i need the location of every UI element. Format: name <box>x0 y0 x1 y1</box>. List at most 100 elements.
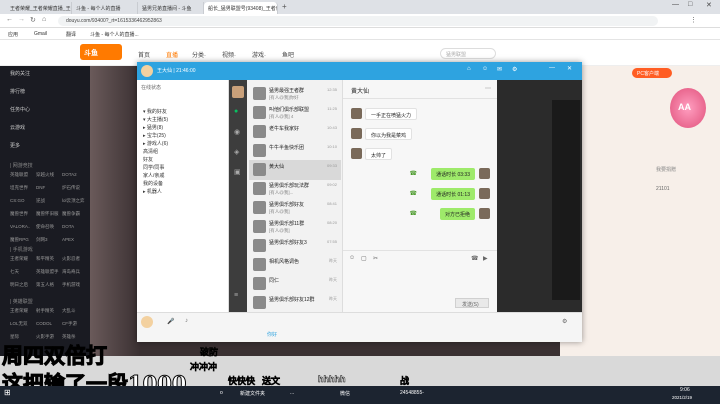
url-input[interactable]: douyu.com/93400?_rt=1615336462952863 <box>58 16 658 26</box>
sidebar-game-link[interactable]: DOTA <box>62 224 74 229</box>
friend-group[interactable]: ▸ 游戏人(6) <box>143 140 168 147</box>
friend-group[interactable]: ▸ 宝华(25) <box>143 132 166 139</box>
browser-tab[interactable]: 斗鱼 - 每个人的直播 <box>72 2 138 14</box>
video-icon[interactable]: ▶ <box>483 255 488 262</box>
sidebar-game-link[interactable]: 英雄联盟手 <box>36 269 59 275</box>
sidebar-game-link[interactable]: 和平精英 <box>36 256 54 262</box>
clock[interactable]: 9:06 <box>680 387 690 393</box>
sidebar-game-link[interactable]: 穿越火线 <box>36 172 54 178</box>
browser-tab-active[interactable]: 船长_猛男联盟号(93408)_王者荣 <box>204 2 278 14</box>
settings-icon[interactable]: ⚙ <box>512 66 517 73</box>
chat-list-item[interactable]: 牛牛半鱼快乐团 10:10 <box>249 141 341 161</box>
start-icon[interactable]: ⊞ <box>4 388 11 397</box>
sidebar-game-link[interactable]: 炉石传说 <box>62 185 80 191</box>
nav-live[interactable]: 直播 <box>166 50 178 59</box>
bookmark-douyu[interactable]: 斗鱼 - 每个人的直播... <box>90 31 139 38</box>
sidebar-item-cloud-game[interactable]: 云游戏 <box>10 124 25 131</box>
sidebar-game-link[interactable]: 王者荣耀 <box>10 256 28 262</box>
speaker-icon[interactable]: ♪ <box>185 318 188 324</box>
sidebar-game-link[interactable]: 魔兽RPG <box>10 237 29 243</box>
sidebar-game-link[interactable]: 手机游戏 <box>62 282 80 288</box>
qq-status[interactable]: 在线状态 <box>141 84 161 91</box>
chat-list-item[interactable]: 猛男俱乐部好友3 07:55 <box>249 236 341 256</box>
friend-group[interactable]: ▾ 大主播(5) <box>143 116 168 123</box>
sidebar-game-link[interactable]: APEX <box>62 237 74 242</box>
sidebar-game-link[interactable]: 海岛奇兵 <box>62 269 80 275</box>
donate-link[interactable]: 我要捐赠 <box>656 166 676 173</box>
chat-icon[interactable]: ● <box>234 108 238 115</box>
sidebar-game-link[interactable]: DNF <box>36 185 45 190</box>
sidebar-game-link[interactable]: 坦克世界 <box>10 185 28 191</box>
sidebar-game-link[interactable]: VALORA.. <box>10 224 30 229</box>
back-icon[interactable]: ← <box>6 16 13 23</box>
site-search-input[interactable]: 猛男联盟 <box>440 48 496 59</box>
sidebar-game-link[interactable]: 火影忍者 <box>62 256 80 262</box>
sidebar-game-link[interactable]: LOL无双 <box>10 321 28 327</box>
nav-home[interactable]: 首页 <box>138 50 150 59</box>
friend-group[interactable]: ▸ 猛男(8) <box>143 124 163 131</box>
friend-group[interactable]: 我的设备 <box>143 180 163 187</box>
file-icon[interactable]: ▢ <box>361 255 367 262</box>
friend-group[interactable]: 好友 <box>143 156 153 163</box>
taskbar-item[interactable]: 24548855- <box>400 390 424 396</box>
sidebar-game-link[interactable]: DOTA2 <box>62 172 77 177</box>
maximize-icon[interactable]: □ <box>688 1 692 8</box>
sidebar-game-link[interactable]: 大乱斗 <box>62 308 76 314</box>
gear-icon[interactable]: ⚙ <box>562 318 567 325</box>
menu-icon[interactable]: ≡ <box>234 292 238 299</box>
sidebar-game-link[interactable]: 七天 <box>10 269 19 275</box>
taskbar-item[interactable]: o <box>220 390 223 396</box>
sidebar-game-link[interactable]: 王者荣耀 <box>10 308 28 314</box>
send-button[interactable]: 发送(S) <box>455 298 489 308</box>
friend-group[interactable]: 同学/同事 <box>143 164 164 171</box>
files-icon[interactable]: ▣ <box>234 168 241 176</box>
minimize-icon[interactable]: — <box>672 1 679 8</box>
reload-icon[interactable]: ↻ <box>30 16 36 24</box>
more-icon[interactable]: ⋯ <box>485 85 491 92</box>
contacts-icon[interactable]: ☺ <box>482 66 488 72</box>
sidebar-item-task[interactable]: 任务中心 <box>10 106 30 113</box>
avatar[interactable] <box>141 316 153 328</box>
sidebar-item-more[interactable]: 更多 <box>10 142 20 149</box>
message-icon[interactable]: ✉ <box>497 66 502 73</box>
sidebar-game-link[interactable]: 剑网3 <box>36 237 48 243</box>
chat-list-item[interactable]: 同仁 昨天 <box>249 274 341 294</box>
chat-list-item[interactable]: 猛男俱乐部好友 [有人@我] 08:41 <box>249 198 341 218</box>
sidebar-game-link[interactable]: lol云顶之弈 <box>62 198 85 204</box>
site-logo[interactable]: 斗鱼 <box>80 44 122 60</box>
home-icon[interactable]: ⌂ <box>42 16 46 23</box>
scissors-icon[interactable]: ✂ <box>373 255 378 262</box>
sidebar-game-link[interactable]: 射手精英 <box>36 308 54 314</box>
nav-video[interactable]: 视频· <box>222 50 236 59</box>
bookmark-gmail[interactable]: Gmail <box>34 31 47 37</box>
sidebar-game-link[interactable]: 魔兽争霸 <box>62 211 80 217</box>
sidebar-game-link[interactable]: CS:GO <box>10 198 25 203</box>
sidebar-game-link[interactable]: 明日之后 <box>10 282 28 288</box>
sidebar-game-link[interactable]: 魔兽世界 <box>10 211 28 217</box>
friend-group[interactable]: 家人/亲戚 <box>143 172 164 179</box>
new-tab-icon[interactable]: + <box>282 2 287 11</box>
phone-icon[interactable]: ☎ <box>471 255 478 262</box>
sidebar-game-link[interactable]: 魔兽怀旧服 <box>36 211 59 217</box>
menu-icon[interactable]: ⋮ <box>690 16 697 24</box>
friend-group[interactable]: 高清组 <box>143 148 158 155</box>
home-icon[interactable]: ⌂ <box>467 66 471 72</box>
sidebar-item-follow[interactable]: 我的关注 <box>10 70 30 77</box>
taskbar-item[interactable]: 新建文件夹 <box>240 390 265 397</box>
taskbar-item[interactable]: ... <box>290 390 294 396</box>
close-icon[interactable]: ✕ <box>567 65 572 72</box>
chat-list-item[interactable]: 叫他们俱乐部联盟 [有人@我] 4 11:25 <box>249 103 341 123</box>
mic-icon[interactable]: 🎤 <box>167 318 174 325</box>
forward-icon[interactable]: → <box>18 16 25 23</box>
chat-list-item[interactable]: 黄大仙 09:33 <box>249 160 341 180</box>
friend-group[interactable]: ▸ 机器人 <box>143 188 162 195</box>
chat-list-item[interactable]: 猛男俱乐部玩法群 [有人@我]... 09:02 <box>249 179 341 199</box>
chat-list-item[interactable]: 老牛车我家好 10:43 <box>249 122 341 142</box>
nav-category[interactable]: 分类· <box>192 50 206 59</box>
chat-list-item[interactable]: 猛男俱乐部好友12群 昨天 <box>249 293 341 313</box>
avatar[interactable] <box>141 65 153 77</box>
sidebar-game-link[interactable]: 英雄联盟 <box>10 172 28 178</box>
close-icon[interactable]: ✕ <box>706 1 712 9</box>
emoji-icon[interactable]: ☺ <box>349 255 355 261</box>
sidebar-game-link[interactable]: 使命召唤 <box>36 224 54 230</box>
